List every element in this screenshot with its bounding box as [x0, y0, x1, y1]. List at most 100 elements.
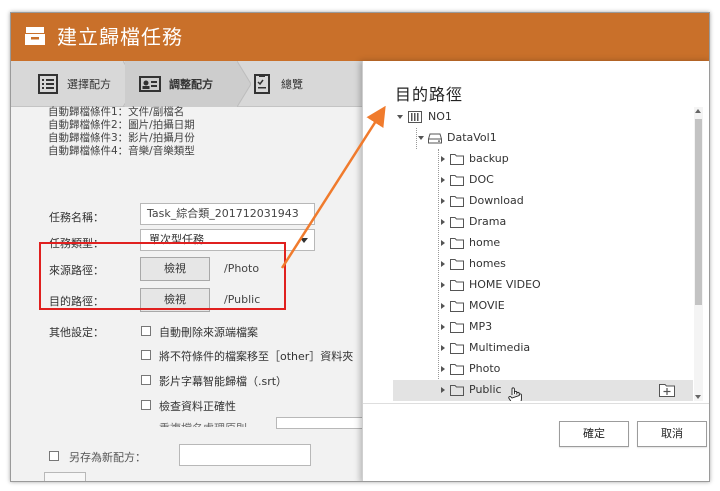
condition-text: 自動歸檔條件2：圖片/拍攝日期 — [48, 119, 195, 131]
scroll-thumb[interactable] — [695, 119, 702, 305]
dialog-divider — [363, 403, 709, 404]
tree-node-folder-selected[interactable]: Public — [393, 380, 693, 401]
collapsed-icon — [441, 324, 445, 330]
collapsed-icon — [441, 366, 445, 372]
disk-icon — [428, 133, 442, 144]
folder-icon — [450, 385, 464, 396]
tree-node-label: MOVIE — [469, 299, 505, 312]
title-bar: 建立歸檔任務 — [11, 13, 709, 61]
task-name-label: 任務名稱： — [49, 211, 104, 224]
save-recipe-input[interactable] — [179, 444, 311, 466]
verify-data-checkbox[interactable] — [141, 400, 151, 410]
tree-node-label: Download — [469, 194, 524, 207]
checklist-icon — [254, 74, 270, 94]
ok-button[interactable]: 確定 — [559, 421, 629, 447]
collapsed-icon — [441, 282, 445, 288]
window-title: 建立歸檔任務 — [57, 25, 183, 49]
condition-text: 自動歸檔條件4：音樂/音樂類型 — [48, 145, 195, 157]
folder-tree: NO1 DataVol1 backup DOC Download Drama h… — [393, 107, 699, 401]
collapsed-icon — [441, 303, 445, 309]
tree-node-folder[interactable]: Photo — [393, 359, 693, 380]
tree-node-folder[interactable]: DOC — [393, 170, 693, 191]
step-select-recipe[interactable]: 選擇配方 — [11, 61, 123, 107]
folder-icon — [450, 322, 464, 333]
save-recipe-checkbox[interactable] — [49, 451, 59, 461]
tree-node-label: DataVol1 — [447, 131, 497, 144]
dialog-title: 目的路徑 — [395, 85, 464, 104]
save-recipe-label: 另存為新配方： — [69, 451, 146, 464]
scroll-up-icon[interactable] — [695, 109, 701, 113]
archive-task-window: 建立歸檔任務 選擇配方 調整配方 總覽 自動歸檔條件1：文件/副檔名 自動歸檔條… — [10, 12, 710, 482]
step-label: 總覽 — [281, 78, 303, 91]
condition-text: 自動歸檔條件3：影片/拍攝月份 — [48, 132, 195, 144]
tree-node-folder[interactable]: MOVIE — [393, 296, 693, 317]
collapsed-icon — [441, 261, 445, 267]
step-separator-icon — [237, 61, 251, 107]
tree-node-label: home — [469, 236, 501, 249]
folder-icon — [450, 154, 464, 165]
move-other-checkbox[interactable] — [141, 350, 151, 360]
tree-node-folder[interactable]: backup — [393, 149, 693, 170]
tree-node-label: backup — [469, 152, 509, 165]
tree-node-folder[interactable]: Drama — [393, 212, 693, 233]
condition-text: 自動歸檔條件1：文件/副檔名 — [48, 106, 185, 118]
collapsed-icon — [441, 219, 445, 225]
list-icon — [38, 74, 58, 94]
collapsed-icon — [441, 156, 445, 162]
highlight-box — [39, 242, 286, 310]
folder-icon — [450, 238, 464, 249]
tree-node-label: NO1 — [428, 110, 452, 123]
move-other-label: 將不符條件的檔案移至［other］資料夾 — [159, 350, 354, 363]
folder-icon — [450, 196, 464, 207]
folder-icon — [450, 343, 464, 354]
folder-icon — [450, 301, 464, 312]
wizard-steps: 選擇配方 調整配方 總覽 — [11, 61, 371, 107]
folder-icon — [450, 217, 464, 228]
other-settings-label: 其他設定： — [49, 326, 104, 339]
delete-source-checkbox[interactable] — [141, 326, 151, 336]
tree-node-label: Public — [469, 383, 502, 396]
collapsed-icon — [441, 198, 445, 204]
id-card-icon — [139, 76, 161, 92]
chevron-down-icon — [300, 238, 308, 243]
step-label: 調整配方 — [169, 78, 213, 91]
tree-node-folder[interactable]: homes — [393, 254, 693, 275]
hand-cursor-icon — [508, 387, 522, 401]
folder-icon — [450, 280, 464, 291]
archive-box-icon — [25, 27, 45, 45]
tree-node-folder[interactable]: HOME VIDEO — [393, 275, 693, 296]
tree-node-volume[interactable]: DataVol1 — [393, 128, 693, 149]
tree-node-label: HOME VIDEO — [469, 278, 541, 291]
back-button[interactable] — [44, 472, 86, 481]
tree-node-folder[interactable]: MP3 — [393, 317, 693, 338]
collapsed-icon — [441, 345, 445, 351]
tree-node-root[interactable]: NO1 — [393, 107, 693, 128]
new-folder-icon[interactable] — [659, 383, 675, 397]
destination-dialog: 目的路徑 NO1 DataVol1 backup DOC Download Dr… — [362, 61, 709, 481]
subtitle-archive-checkbox[interactable] — [141, 375, 151, 385]
tree-node-label: Drama — [469, 215, 507, 228]
scroll-down-icon[interactable] — [695, 395, 701, 399]
tree-node-label: homes — [469, 257, 506, 270]
tree-node-label: DOC — [469, 173, 494, 186]
step-label: 選擇配方 — [67, 78, 111, 91]
duplicate-rule-select[interactable] — [276, 417, 366, 429]
tree-node-folder[interactable]: Multimedia — [393, 338, 693, 359]
folder-icon — [450, 175, 464, 186]
verify-data-label: 檢查資料正確性 — [159, 400, 236, 413]
folder-icon — [450, 259, 464, 270]
tree-node-folder[interactable]: home — [393, 233, 693, 254]
cancel-button[interactable]: 取消 — [637, 421, 707, 447]
task-name-input[interactable]: Task_綜合類_201712031943 — [140, 203, 315, 225]
tree-scrollbar[interactable] — [694, 107, 703, 401]
tree-node-label: Photo — [469, 362, 501, 375]
step-summary[interactable]: 總覽 — [251, 61, 361, 107]
expanded-icon — [418, 136, 424, 140]
tree-node-label: MP3 — [469, 320, 493, 333]
tree-node-folder[interactable]: Download — [393, 191, 693, 212]
subtitle-archive-label: 影片字幕智能歸檔（.srt） — [159, 375, 288, 388]
step-adjust-recipe[interactable]: 調整配方 — [125, 61, 237, 107]
server-icon — [408, 111, 422, 123]
collapsed-icon — [441, 177, 445, 183]
folder-icon — [450, 364, 464, 375]
